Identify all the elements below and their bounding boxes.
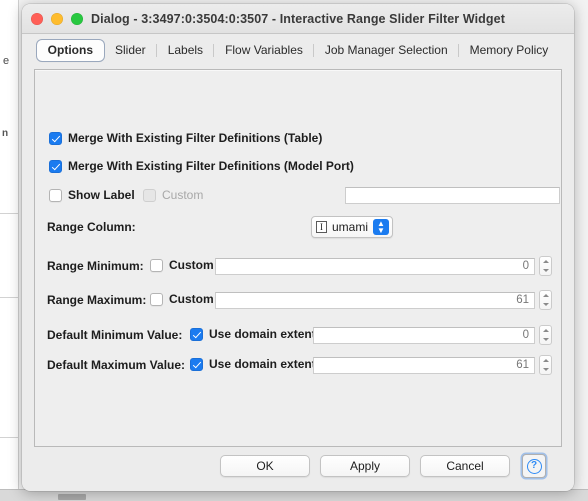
stepper-down-icon[interactable] (543, 368, 549, 371)
default-maximum-input[interactable]: 61 (313, 357, 535, 374)
label-text-input[interactable] (345, 187, 560, 204)
merge-table-checkbox[interactable] (49, 132, 62, 145)
default-maximum-label: Default Maximum Value: (47, 358, 185, 372)
default-maximum-field-group: 61 (313, 355, 552, 375)
window-title: Dialog - 3:3497:0:3504:0:3507 - Interact… (91, 12, 505, 26)
tab-flow-variables[interactable]: Flow Variables (214, 40, 314, 61)
show-label-custom-row: Custom (143, 188, 203, 202)
dialog-button-bar: OK Apply Cancel ? (22, 445, 574, 491)
show-label-row[interactable]: Show Label (49, 188, 135, 202)
merge-model-port-label: Merge With Existing Filter Definitions (… (68, 159, 354, 173)
apply-button[interactable]: Apply (320, 455, 410, 477)
stepper-up-icon[interactable] (543, 359, 549, 362)
maximize-button-icon[interactable] (71, 13, 83, 25)
background-text-fragment-mid: n (2, 128, 8, 139)
default-minimum-input[interactable]: 0 (313, 327, 535, 344)
show-label-custom-checkbox (143, 189, 156, 202)
chevron-updown-icon[interactable]: ▲▼ (373, 219, 389, 235)
dialog-window: Dialog - 3:3497:0:3504:0:3507 - Interact… (22, 4, 574, 491)
default-maximum-domain-checkbox[interactable] (190, 358, 203, 371)
default-minimum-domain-row[interactable]: Use domain extent (190, 327, 316, 341)
window-controls (31, 13, 83, 25)
show-label-custom-label: Custom (162, 188, 203, 202)
background-text-fragment-top: e (3, 55, 9, 67)
merge-table-row[interactable]: Merge With Existing Filter Definitions (… (49, 131, 322, 145)
cancel-button[interactable]: Cancel (420, 455, 510, 477)
range-column-label: Range Column: (47, 220, 136, 234)
range-minimum-field-group: 0 (215, 256, 552, 276)
range-minimum-label: Range Minimum: (47, 259, 144, 273)
help-icon: ? (527, 459, 542, 474)
help-button[interactable]: ? (522, 454, 546, 478)
range-minimum-custom-row[interactable]: Custom (150, 258, 214, 272)
ok-button[interactable]: OK (220, 455, 310, 477)
range-maximum-stepper[interactable] (539, 290, 552, 310)
show-label-label: Show Label (68, 188, 135, 202)
default-maximum-domain-label: Use domain extent (209, 357, 316, 371)
range-minimum-input[interactable]: 0 (215, 258, 535, 275)
stepper-up-icon[interactable] (543, 260, 549, 263)
background-divider-2 (0, 297, 18, 298)
background-divider-3 (0, 437, 18, 438)
range-column-dropdown[interactable]: I umami ▲▼ (311, 216, 393, 238)
default-minimum-domain-checkbox[interactable] (190, 328, 203, 341)
tab-options[interactable]: Options (37, 40, 104, 61)
range-maximum-label: Range Maximum: (47, 293, 146, 307)
stepper-down-icon[interactable] (543, 269, 549, 272)
options-panel: Merge With Existing Filter Definitions (… (34, 69, 562, 447)
integer-column-icon: I (316, 221, 327, 233)
default-maximum-domain-row[interactable]: Use domain extent (190, 357, 316, 371)
merge-model-port-row[interactable]: Merge With Existing Filter Definitions (… (49, 159, 354, 173)
default-minimum-domain-label: Use domain extent (209, 327, 316, 341)
range-maximum-custom-label: Custom (169, 292, 214, 306)
default-minimum-label: Default Minimum Value: (47, 328, 182, 342)
range-maximum-custom-checkbox[interactable] (150, 293, 163, 306)
stepper-down-icon[interactable] (543, 338, 549, 341)
range-column-value: umami (332, 220, 368, 234)
merge-table-label: Merge With Existing Filter Definitions (… (68, 131, 322, 145)
stepper-down-icon[interactable] (543, 303, 549, 306)
tab-bar: Options Slider Labels Flow Variables Job… (22, 34, 574, 65)
background-taskbar-item[interactable] (58, 494, 86, 500)
dialog-titlebar[interactable]: Dialog - 3:3497:0:3504:0:3507 - Interact… (22, 4, 574, 34)
default-minimum-field-group: 0 (313, 325, 552, 345)
stepper-up-icon[interactable] (543, 329, 549, 332)
minimize-button-icon[interactable] (51, 13, 63, 25)
tab-labels[interactable]: Labels (157, 40, 214, 61)
background-left-panel: e n (0, 0, 19, 500)
range-minimum-custom-checkbox[interactable] (150, 259, 163, 272)
show-label-checkbox[interactable] (49, 189, 62, 202)
stepper-up-icon[interactable] (543, 294, 549, 297)
close-button-icon[interactable] (31, 13, 43, 25)
tab-job-manager-selection[interactable]: Job Manager Selection (314, 40, 459, 61)
range-maximum-input[interactable]: 61 (215, 292, 535, 309)
tab-slider[interactable]: Slider (104, 40, 157, 61)
background-divider-1 (0, 213, 18, 214)
range-maximum-custom-row[interactable]: Custom (150, 292, 214, 306)
dialog-content: Merge With Existing Filter Definitions (… (22, 65, 574, 445)
range-minimum-custom-label: Custom (169, 258, 214, 272)
range-minimum-stepper[interactable] (539, 256, 552, 276)
default-minimum-stepper[interactable] (539, 325, 552, 345)
merge-model-port-checkbox[interactable] (49, 160, 62, 173)
default-maximum-stepper[interactable] (539, 355, 552, 375)
range-maximum-field-group: 61 (215, 290, 552, 310)
tab-memory-policy[interactable]: Memory Policy (459, 40, 560, 61)
